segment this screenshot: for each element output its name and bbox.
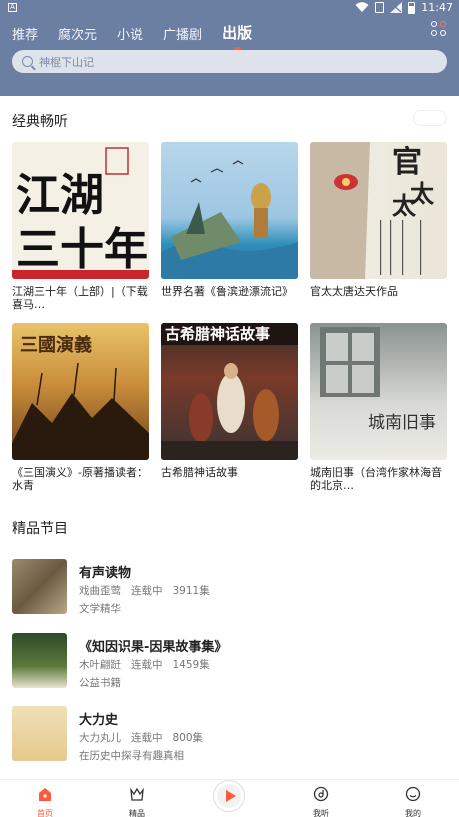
home-icon [39,788,51,801]
program-item[interactable]: 有声读物 戏曲歪莺 连载中 3911集 文学精华 [12,559,447,619]
book-title: 古希腊神话故事 [161,466,238,479]
cover-art: 城南旧事 [320,327,436,433]
crown-icon [130,787,144,801]
program-title: 《知因识果-因果故事集》 [79,640,228,655]
nav-listen[interactable]: 我听 [291,780,351,817]
notification-icon: A [8,3,17,12]
book-card[interactable]: 古希腊神话故事 古希腊神话故事 [161,323,298,479]
svg-text:三國演義: 三國演義 [20,334,92,356]
book-cover: 江湖 三十年 [12,142,149,279]
program-item[interactable]: 《知因识果-因果故事集》 木叶翩跹 连载中 1459集 公益书籍 [12,633,447,693]
book-card[interactable]: 世界名著《鲁滨逊漂流记》 [161,142,298,298]
book-title: 世界名著《鲁滨逊漂流记》 [161,285,293,298]
book-card[interactable]: 三國演義 《三国演义》-原著播读者：水青 [12,323,149,492]
program-meta: 木叶翩跹 连载中 1459集 [79,657,220,672]
svg-text:官: 官 [392,145,422,180]
nav-profile[interactable]: 我的 [383,780,443,817]
svg-text:太: 太 [392,191,417,220]
tab-fuciyuan[interactable]: 腐次元 [58,20,97,43]
play-icon [226,790,236,802]
cover-art: 三國演義 [12,334,149,460]
battery-icon [408,1,416,14]
cover-art [161,160,298,279]
program-thumbnail [12,559,67,614]
nav-label: 首页 [37,809,53,817]
program-title: 大力史 [79,713,119,728]
cover-art: 江湖 三十年 [12,147,149,279]
book-cover: 城南旧事 [310,323,447,460]
sim-icon [375,2,385,13]
book-card[interactable]: 城南旧事 城南旧事（台湾作家林海音的北京… [310,323,447,492]
status-bar: A 11:47 [0,0,459,16]
status-time: 11:47 [421,1,453,14]
program-episodes: 800集 [172,732,204,744]
book-cover [161,142,298,279]
nav-label: 精品 [129,809,145,817]
program-item[interactable]: 大力史 大力丸儿 连载中 800集 在历史中探寻有趣真相 [12,706,447,766]
book-title: 城南旧事（台湾作家林海音的北京… [310,466,442,492]
svg-text:城南旧事: 城南旧事 [368,413,436,433]
program-status: 连载中 [131,585,163,597]
program-meta: 戏曲歪莺 连载中 3911集 [79,583,220,598]
program-author: 木叶翩跹 [79,659,121,671]
book-title: 《三国演义》-原著播读者：水青 [12,466,148,492]
book-cover: 三國演義 [12,323,149,460]
program-status: 连载中 [131,732,163,744]
signal-icon [390,2,403,13]
program-status: 连载中 [131,659,163,671]
app-root: A 11:47 推荐 腐次元 小说 广播剧 出版 神棍下山记 经典畅听 江湖 三… [0,0,459,817]
program-meta: 大力丸儿 连载中 800集 [79,730,213,745]
nav-featured[interactable]: 精品 [107,780,167,817]
search-placeholder: 神棍下山记 [39,55,94,69]
program-desc: 文学精华 [79,603,121,615]
program-thumbnail [12,706,67,761]
section-title-featured: 精品节目 [12,521,68,537]
svg-text:三十年: 三十年 [16,224,148,275]
category-grid-icon[interactable] [431,21,447,37]
program-desc: 在历史中探寻有趣真相 [79,750,184,762]
program-author: 大力丸儿 [79,732,121,744]
play-button[interactable] [213,780,245,812]
book-card[interactable]: 官 太 太 官太太唐达天作品 [310,142,447,298]
nav-label: 我听 [313,809,329,817]
profile-icon [405,786,421,802]
play-button-inner [217,784,241,808]
book-card[interactable]: 江湖 三十年 江湖三十年（上部）|（下载喜马… [12,142,149,311]
category-tabs: 推荐 腐次元 小说 广播剧 出版 [12,18,272,50]
listen-icon [313,786,329,802]
program-episodes: 1459集 [172,659,210,671]
book-cover: 官 太 太 [310,142,447,279]
wifi-icon [355,2,369,13]
book-title: 官太太唐达天作品 [310,285,398,298]
book-title: 江湖三十年（上部）|（下载喜马… [12,285,148,311]
svg-text:江湖: 江湖 [16,170,104,221]
section-title-classic: 经典畅听 [12,114,68,130]
status-icons: 11:47 [355,1,453,14]
tab-novel[interactable]: 小说 [117,20,143,43]
program-desc: 公益书籍 [79,677,121,689]
program-author: 戏曲歪莺 [79,585,121,597]
nav-label: 我的 [405,809,421,817]
nav-home[interactable]: 首页 [15,780,75,817]
tab-radio-drama[interactable]: 广播剧 [163,20,202,43]
program-title: 有声读物 [79,566,132,581]
header: A 11:47 推荐 腐次元 小说 广播剧 出版 神棍下山记 [0,0,459,96]
search-bar[interactable]: 神棍下山记 [12,50,447,73]
cover-art: 官 太 太 [310,142,435,279]
svg-text:古希腊神话故事: 古希腊神话故事 [165,325,270,343]
tab-recommend[interactable]: 推荐 [12,20,38,43]
program-episodes: 3911集 [172,585,210,597]
more-pill[interactable] [413,110,447,126]
tab-publishing[interactable]: 出版 [222,18,252,50]
book-cover: 古希腊神话故事 [161,323,298,460]
cover-art: 古希腊神话故事 [161,323,298,460]
program-thumbnail [12,633,67,688]
search-icon [22,56,33,67]
